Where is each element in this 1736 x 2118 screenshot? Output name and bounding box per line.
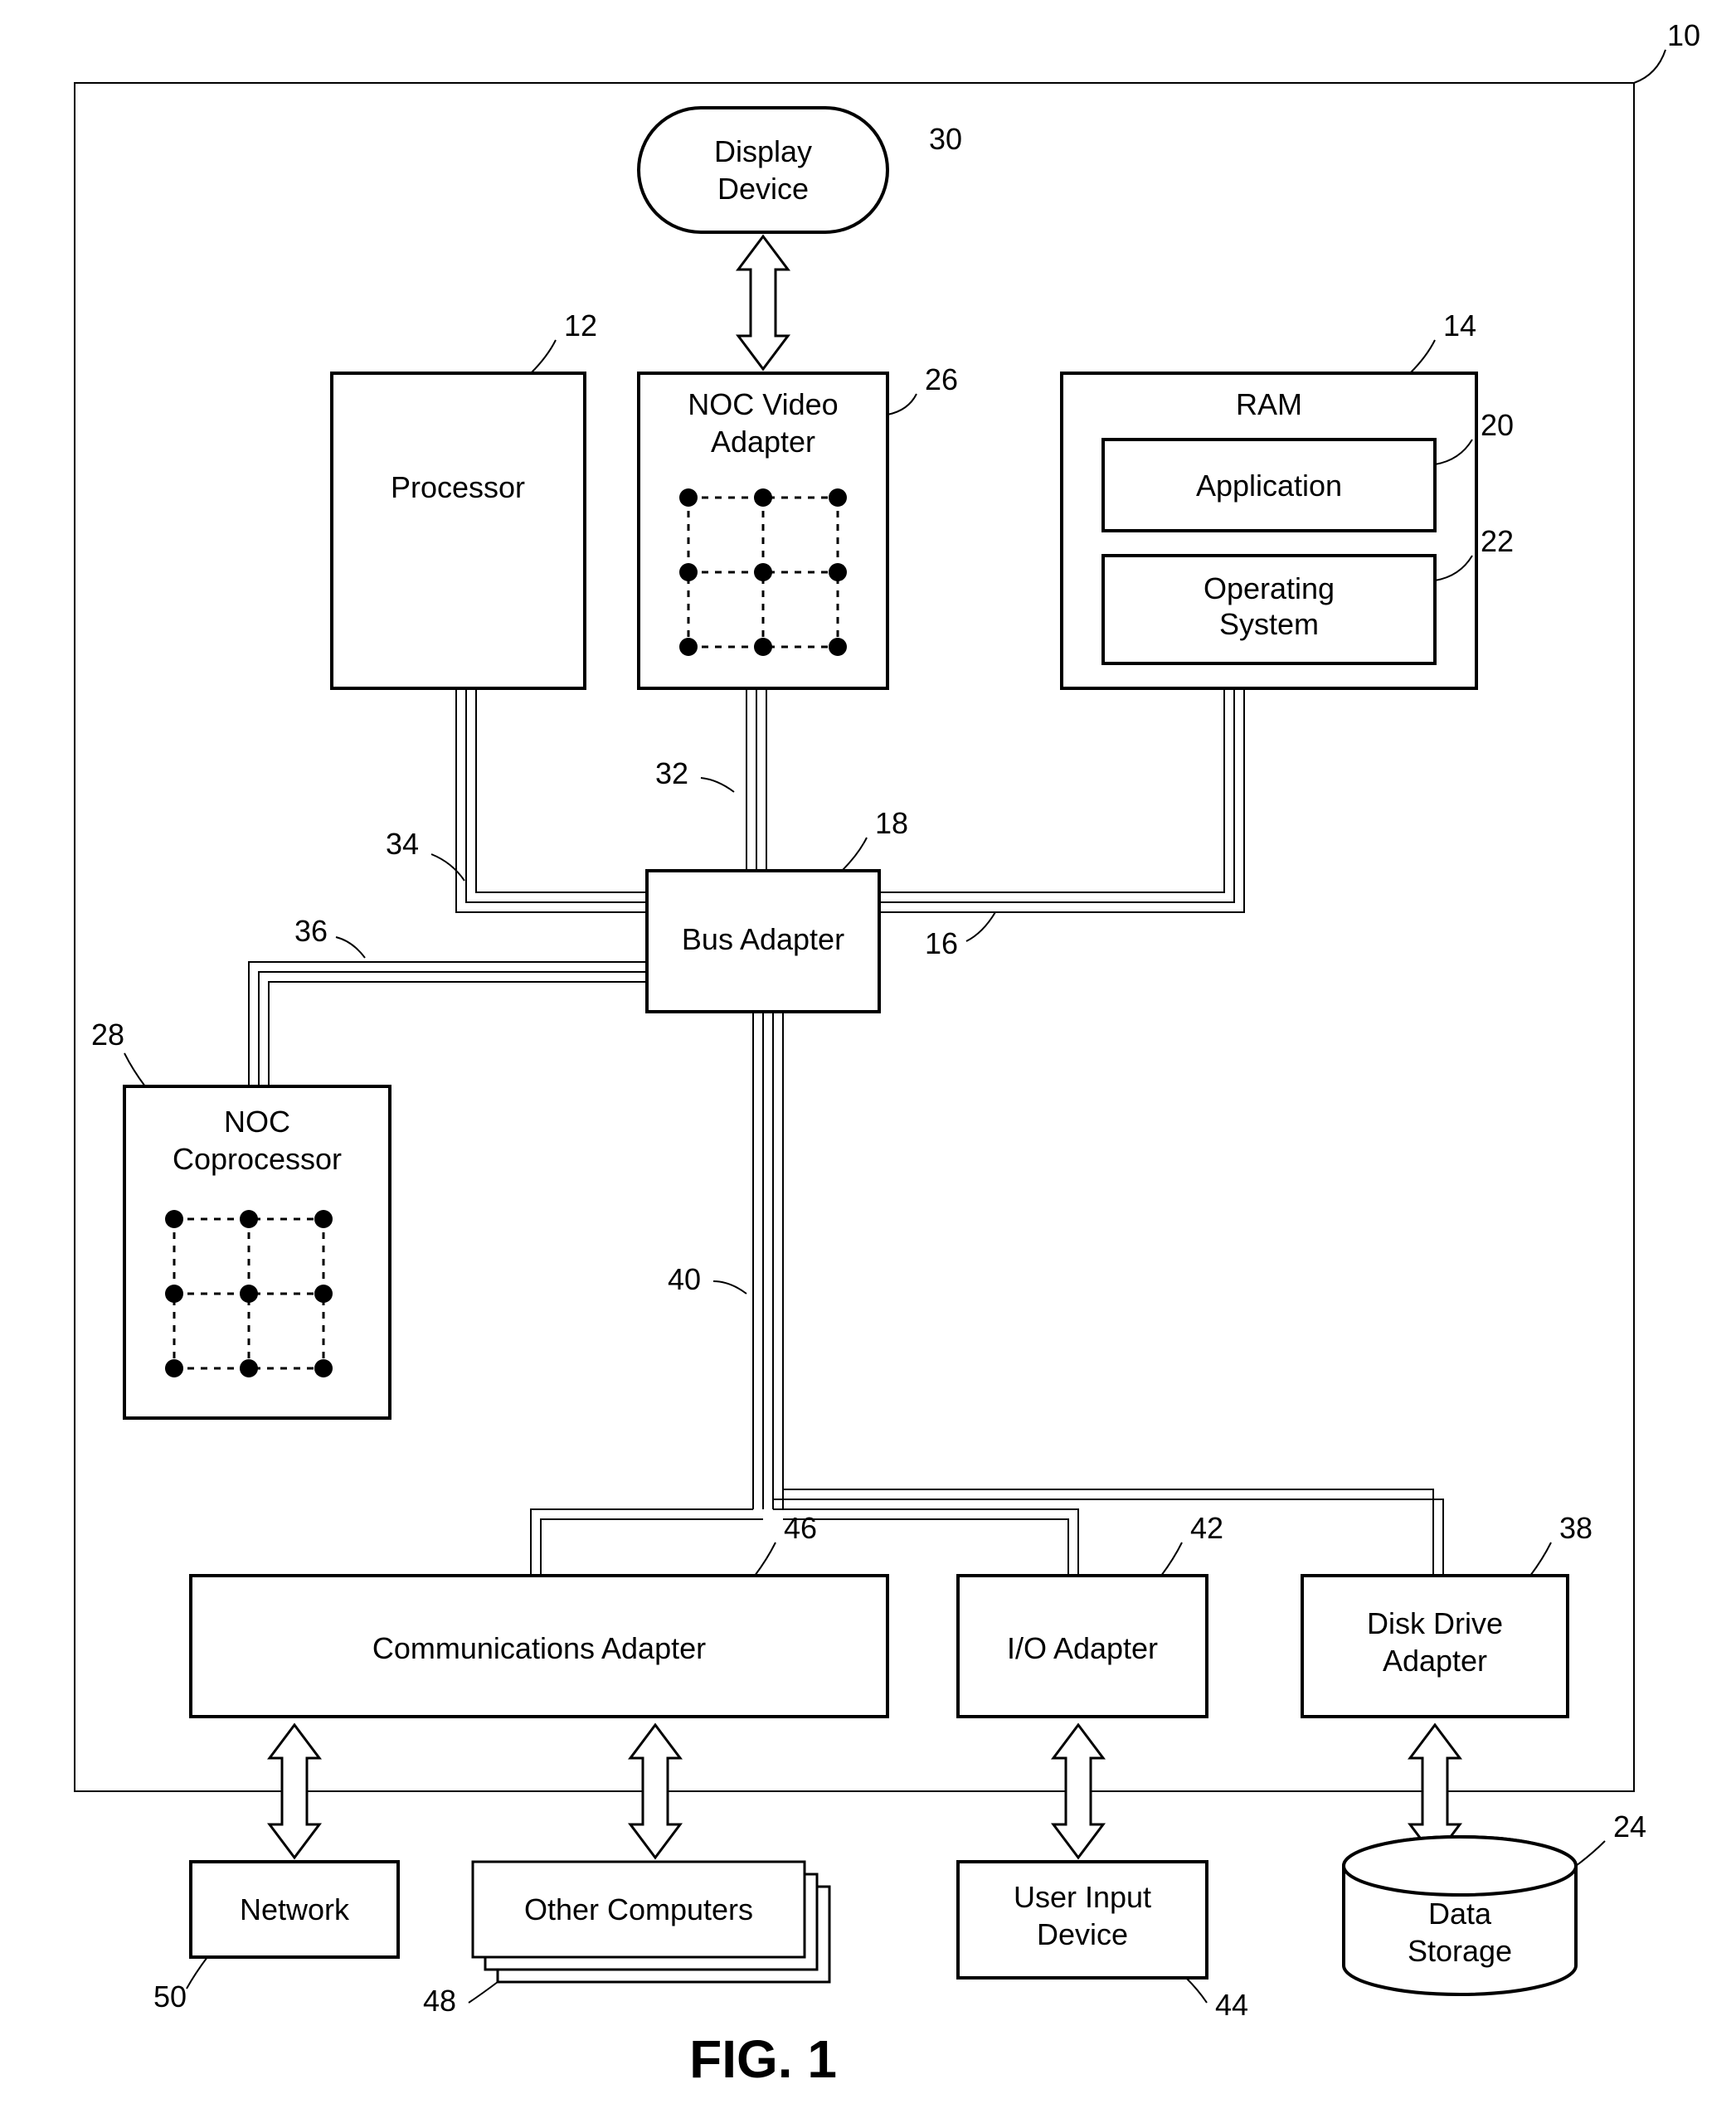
ref-fsb-proc: 34 xyxy=(386,827,419,861)
noc-coproc-l2: Coprocessor xyxy=(173,1142,342,1176)
ref-ram: 14 xyxy=(1443,308,1476,342)
ref-comm-adapter: 46 xyxy=(784,1511,817,1545)
ref-processor: 12 xyxy=(564,308,597,342)
os-l1: Operating xyxy=(1204,571,1335,605)
user-input-box: User Input Device xyxy=(958,1862,1207,1978)
user-input-l1: User Input xyxy=(1014,1880,1151,1914)
disk-adapter-l1: Disk Drive xyxy=(1367,1606,1503,1640)
ref-application: 20 xyxy=(1481,408,1514,442)
disk-adapter-box: Disk Drive Adapter xyxy=(1302,1576,1568,1717)
application-label: Application xyxy=(1196,469,1342,503)
other-computers-label: Other Computers xyxy=(524,1892,753,1926)
noc-coprocessor-box: NOC Coprocessor xyxy=(124,1086,390,1418)
ref-data-storage: 24 xyxy=(1613,1810,1646,1844)
processor-box: Processor xyxy=(332,373,585,688)
data-storage-l2: Storage xyxy=(1408,1934,1512,1968)
ref-fsb-coproc: 36 xyxy=(294,914,328,948)
ref-bus-adapter: 18 xyxy=(875,806,908,840)
noc-video-l2: Adapter xyxy=(711,425,815,459)
noc-video-adapter-box: NOC Video Adapter xyxy=(639,373,887,688)
bus-group xyxy=(249,688,1443,1576)
ref-io-adapter: 42 xyxy=(1190,1511,1223,1545)
ram-box: RAM Application Operating System xyxy=(1062,373,1476,688)
ref-exp-bus: 40 xyxy=(668,1262,701,1296)
ref-noc-video: 26 xyxy=(925,362,958,396)
ref-disk-adapter: 38 xyxy=(1559,1511,1593,1545)
ref-system: 10 xyxy=(1667,18,1700,52)
ref-network: 50 xyxy=(153,1980,187,2014)
ref-noc-coproc: 28 xyxy=(91,1018,124,1052)
other-computers-stack: Other Computers xyxy=(473,1862,829,1982)
network-label: Network xyxy=(240,1892,350,1926)
user-input-l2: Device xyxy=(1037,1917,1128,1951)
noc-coproc-grid-icon xyxy=(165,1210,333,1377)
noc-video-grid-icon xyxy=(679,488,847,656)
noc-coproc-l1: NOC xyxy=(224,1105,290,1139)
bus-adapter-label: Bus Adapter xyxy=(682,922,844,956)
data-storage-l1: Data xyxy=(1428,1897,1492,1931)
arrow-display-noc xyxy=(738,236,788,369)
os-l2: System xyxy=(1219,607,1319,641)
ref-fsb-video: 32 xyxy=(655,756,688,790)
comm-adapter-label: Communications Adapter xyxy=(372,1631,706,1665)
ref-display: 30 xyxy=(929,122,962,156)
ref-ram-bus: 16 xyxy=(925,926,958,960)
ref-os: 22 xyxy=(1481,524,1514,558)
display-line1: Display xyxy=(714,134,812,168)
display-device: Display Device xyxy=(639,108,887,232)
disk-adapter-l2: Adapter xyxy=(1383,1644,1487,1678)
processor-label: Processor xyxy=(391,470,525,504)
bus-adapter-box: Bus Adapter xyxy=(647,871,879,1012)
display-line2: Device xyxy=(717,172,809,206)
comm-adapter-box: Communications Adapter xyxy=(191,1576,887,1717)
io-adapter-label: I/O Adapter xyxy=(1007,1631,1158,1665)
data-storage-cylinder: Data Storage xyxy=(1344,1837,1576,1994)
network-box: Network xyxy=(191,1862,398,1957)
figure-title: FIG. 1 xyxy=(689,2029,837,2089)
ref-user-input: 44 xyxy=(1215,1988,1248,2022)
noc-video-l1: NOC Video xyxy=(688,387,838,421)
ram-label: RAM xyxy=(1236,387,1302,421)
io-adapter-box: I/O Adapter xyxy=(958,1576,1207,1717)
ref-other-computers: 48 xyxy=(423,1984,456,2018)
